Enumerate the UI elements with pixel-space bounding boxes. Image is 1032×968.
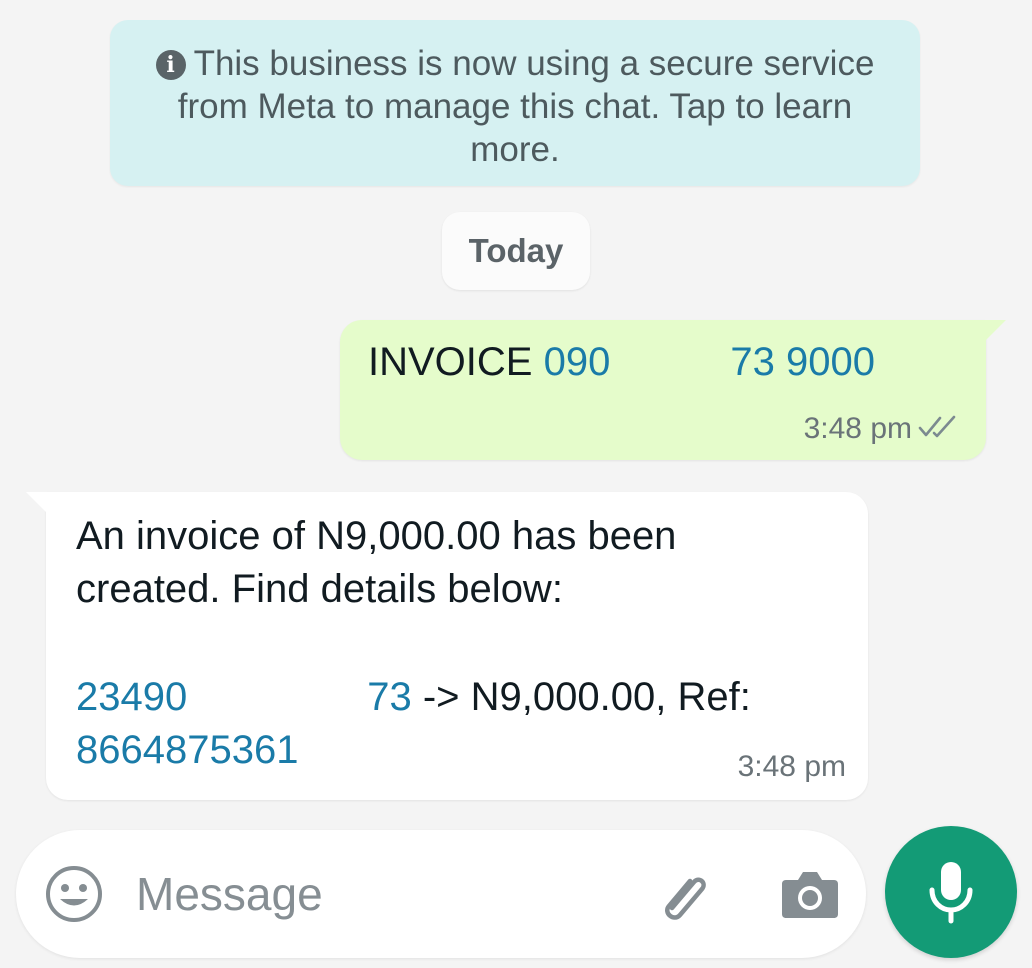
invoice-amount-text: -> N9,000.00, Ref: <box>411 675 751 719</box>
invoice-keyword: INVOICE <box>368 340 533 384</box>
incoming-message-time: 3:48 pm <box>737 750 846 783</box>
incoming-message-line: An invoice of N9,000.00 has been <box>76 514 677 558</box>
outgoing-message-bubble[interactable]: INVOICE 090 73 9000 3:48 pm <box>340 320 1006 460</box>
incoming-message-line: 8664875361 <box>76 728 298 773</box>
incoming-message-bubble[interactable]: An invoice of N9,000.00 has been created… <box>26 492 868 800</box>
message-input[interactable] <box>136 858 616 930</box>
voice-message-button[interactable] <box>885 826 1017 958</box>
notice-text: This business is now using a secure serv… <box>177 44 875 169</box>
emoji-icon[interactable] <box>44 864 104 924</box>
incoming-message-line: created. Find details below: <box>76 567 563 611</box>
info-icon: i <box>155 50 186 80</box>
invoice-phone-link[interactable]: 090 73 9000 <box>544 340 875 384</box>
message-composer <box>16 830 866 958</box>
reference-number-link[interactable]: 8664875361 <box>76 728 298 772</box>
outgoing-message-meta: 3:48 pm <box>804 412 960 446</box>
microphone-icon <box>929 862 973 924</box>
double-check-icon <box>918 415 956 438</box>
outgoing-message-time: 3:48 pm <box>803 412 912 445</box>
camera-icon[interactable] <box>780 868 840 922</box>
paperclip-icon[interactable] <box>650 864 716 930</box>
incoming-message-line: 23490 73 -> N9,000.00, Ref: <box>76 675 751 720</box>
secure-service-notice[interactable]: i This business is now using a secure ser… <box>110 20 920 186</box>
recipient-phone-link[interactable]: 23490 73 <box>76 675 412 719</box>
date-divider: Today <box>442 212 590 290</box>
outgoing-message-text: INVOICE 090 73 9000 <box>368 340 875 385</box>
